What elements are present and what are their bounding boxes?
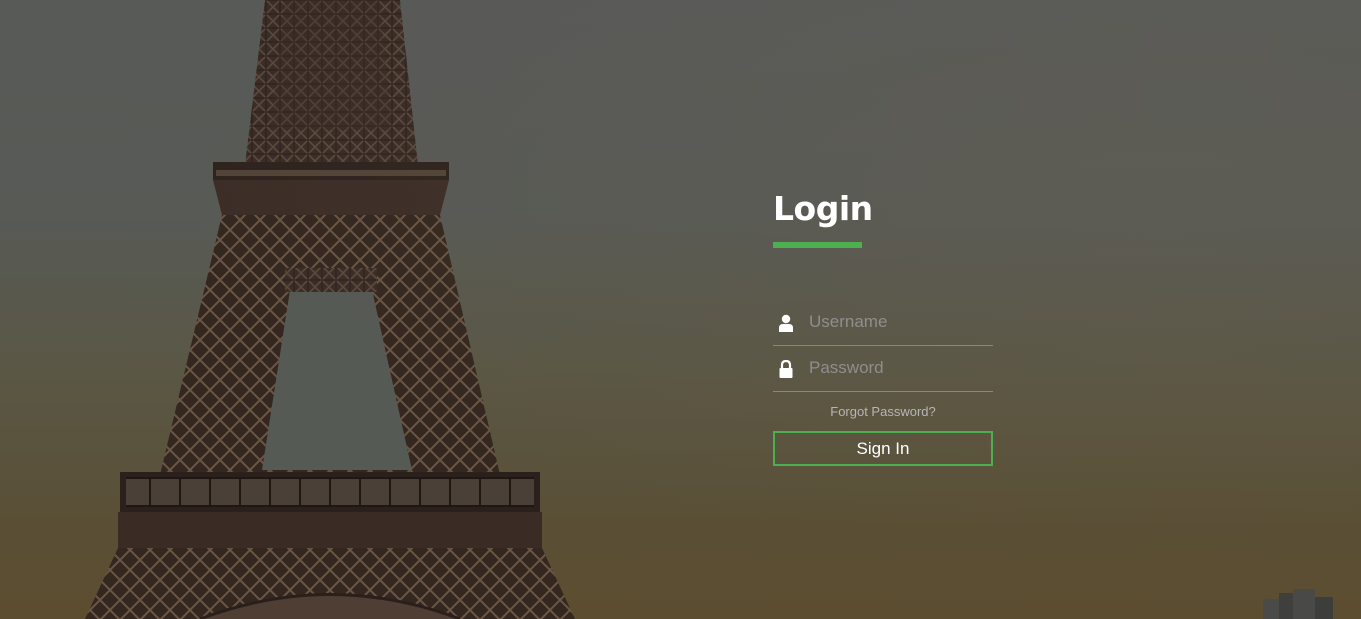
forgot-password-link[interactable]: Forgot Password? <box>773 404 993 420</box>
background-photo <box>0 0 1361 619</box>
username-input[interactable] <box>809 310 989 334</box>
sign-in-button[interactable]: Sign In <box>773 431 993 466</box>
title-underline <box>773 242 862 248</box>
eiffel-tower-image <box>85 0 575 619</box>
password-field[interactable] <box>773 346 993 392</box>
password-input[interactable] <box>809 356 989 380</box>
user-icon <box>779 314 793 332</box>
city-buildings-image <box>1263 589 1333 619</box>
login-form: Login Forgot Password? Sign In <box>773 186 993 466</box>
login-title: Login <box>773 189 873 228</box>
lock-icon <box>779 360 793 378</box>
username-field[interactable] <box>773 300 993 346</box>
